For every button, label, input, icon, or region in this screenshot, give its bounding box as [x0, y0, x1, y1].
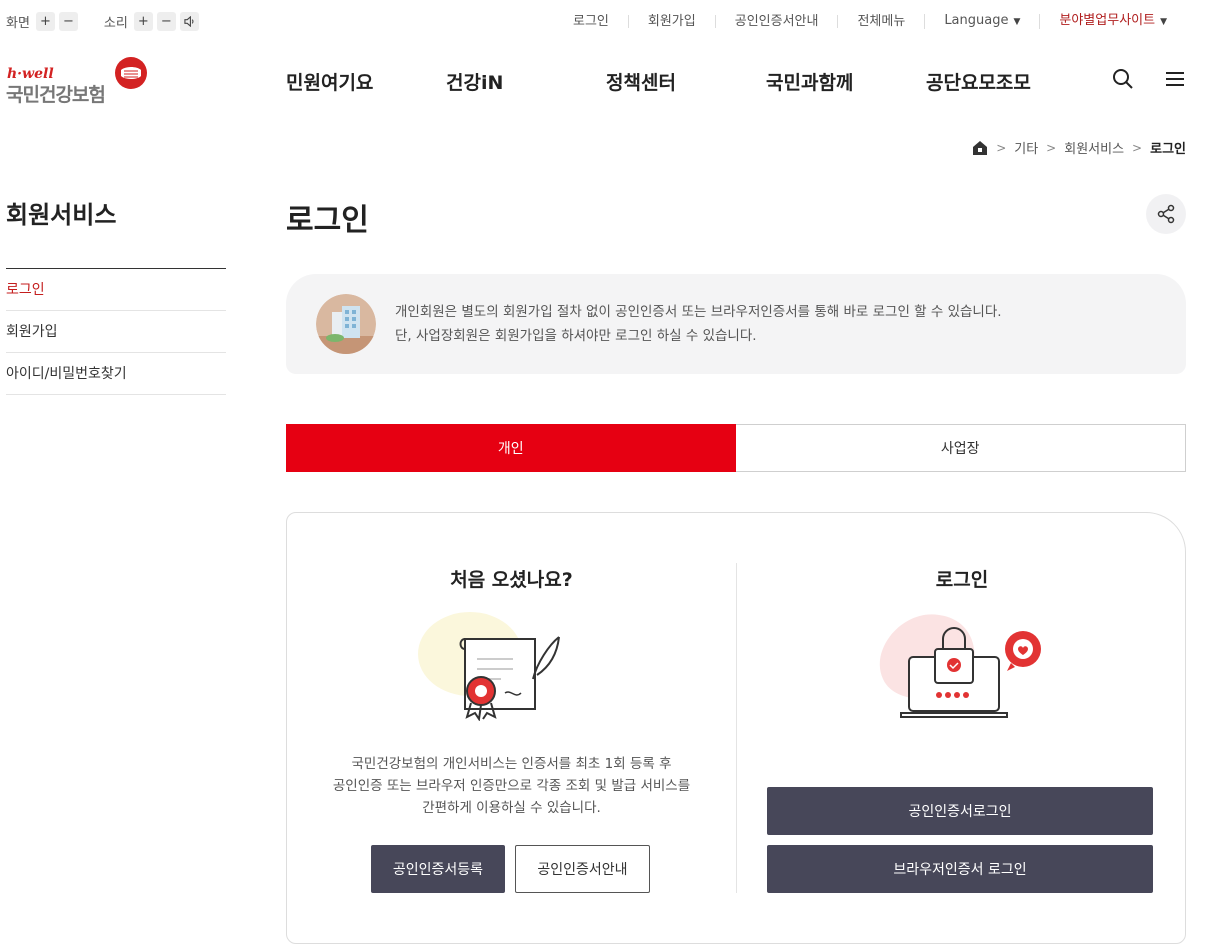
nav-item-together[interactable]: 국민과함께 — [766, 68, 926, 95]
desc-line-3: 간편하게 이용하실 수 있습니다. — [422, 800, 601, 816]
sidebar-item-join[interactable]: 회원가입 — [6, 311, 226, 353]
building-icon — [316, 294, 376, 354]
top-links: 로그인 회원가입 공인인증서안내 전체메뉴 Language ▼ 분야별업무사이트… — [554, 14, 1186, 29]
member-type-tabs: 개인 사업장 — [286, 424, 1186, 472]
tab-business[interactable]: 사업장 — [735, 424, 1186, 472]
laptop-lock-illustration-icon — [879, 614, 1041, 718]
volume-up-button[interactable]: + — [133, 12, 153, 31]
notice-box: 개인회원은 별도의 회원가입 절차 없이 공인인증서 또는 브라우저인증서를 통… — [286, 274, 1186, 374]
header-icons — [1112, 68, 1186, 90]
cert-register-button[interactable]: 공인인증서등록 — [371, 845, 505, 893]
notice-line-2: 단, 사업장회원은 회원가입을 하셔야만 로그인 하실 수 있습니다. — [395, 328, 757, 344]
desc-line-2: 공인인증 또는 브라우저 인증만으로 각종 조회 및 발급 서비스를 — [332, 778, 691, 794]
field-sites-label: 분야별업무사이트 — [1059, 13, 1156, 28]
login-panel: 처음 오셨나요? 국민건강보험의 개인서비스는 인증서를 최초 1회 등록 후 … — [286, 512, 1186, 944]
share-icon — [1157, 204, 1175, 224]
accessibility-controls: 화면 + − 소리 + − — [6, 12, 225, 31]
speaker-icon[interactable] — [179, 12, 199, 31]
breadcrumb-item[interactable]: 기타 — [1014, 138, 1038, 157]
first-visit-description: 국민건강보험의 개인서비스는 인증서를 최초 1회 등록 후 공인인증 또는 브… — [287, 753, 736, 819]
site-logo[interactable]: h·well 국민건강보험 — [6, 56, 156, 106]
notice-line-1: 개인회원은 별도의 회원가입 절차 없이 공인인증서 또는 브라우저인증서를 통… — [395, 304, 1002, 320]
nav-item-about[interactable]: 공단요모조모 — [926, 68, 1031, 95]
cert-guide-link[interactable]: 공인인증서안내 — [714, 15, 838, 28]
zoom-in-button[interactable]: + — [35, 12, 55, 31]
screen-zoom-label: 화면 — [6, 16, 30, 31]
nav-item-health-in[interactable]: 건강iN — [446, 68, 606, 95]
language-label: Language — [944, 13, 1009, 28]
sidebar-item-login[interactable]: 로그인 — [6, 269, 226, 311]
volume-down-button[interactable]: − — [156, 12, 176, 31]
sound-group: 소리 + − — [104, 12, 203, 31]
caret-down-icon: ▼ — [1013, 17, 1021, 27]
cert-guide-button[interactable]: 공인인증서안내 — [515, 845, 650, 893]
browser-cert-login-button[interactable]: 브라우저인증서 로그인 — [767, 845, 1153, 893]
certificate-illustration-icon — [418, 612, 560, 721]
zoom-out-button[interactable]: − — [58, 12, 78, 31]
main-navigation: 민원여기요 건강iN 정책센터 국민과함께 공단요모조모 — [286, 68, 1031, 95]
search-icon[interactable] — [1112, 68, 1134, 90]
desc-line-1: 국민건강보험의 개인서비스는 인증서를 최초 1회 등록 후 — [351, 756, 672, 772]
breadcrumb-item[interactable]: 회원서비스 — [1064, 138, 1124, 157]
join-link[interactable]: 회원가입 — [627, 15, 715, 28]
tab-personal[interactable]: 개인 — [286, 424, 736, 472]
logo-name-text: 국민건강보험 — [6, 84, 106, 106]
all-menu-link[interactable]: 전체메뉴 — [837, 15, 924, 28]
breadcrumb: > 기타 > 회원서비스 > 로그인 — [972, 138, 1186, 157]
sidebar-menu: 로그인 회원가입 아이디/비밀번호찾기 — [6, 268, 226, 395]
chevron-right-icon: > — [1046, 140, 1057, 155]
chevron-right-icon: > — [996, 140, 1007, 155]
chevron-right-icon: > — [1132, 140, 1143, 155]
sidebar-item-find-account[interactable]: 아이디/비밀번호찾기 — [6, 353, 226, 395]
language-select[interactable]: Language ▼ — [924, 14, 1039, 29]
caret-down-icon: ▼ — [1160, 17, 1167, 27]
share-button[interactable] — [1146, 194, 1186, 234]
home-icon[interactable] — [972, 140, 988, 156]
sidebar-title: 회원서비스 — [6, 201, 117, 229]
menu-icon[interactable] — [1164, 68, 1186, 90]
field-sites-select[interactable]: 분야별업무사이트 ▼ — [1039, 14, 1186, 29]
sound-label: 소리 — [103, 16, 128, 31]
page-title: 로그인 — [286, 203, 369, 238]
nav-item-civil[interactable]: 민원여기요 — [286, 68, 446, 95]
cert-login-button[interactable]: 공인인증서로그인 — [767, 787, 1153, 835]
logo-emblem-icon — [115, 57, 147, 89]
screen-zoom-group: 화면 + − — [6, 12, 82, 31]
nav-item-policy[interactable]: 정책센터 — [606, 68, 766, 95]
login-link[interactable]: 로그인 — [554, 15, 628, 28]
column-divider — [736, 563, 737, 893]
breadcrumb-current: 로그인 — [1150, 142, 1186, 157]
login-section-title: 로그인 — [935, 569, 989, 591]
first-visit-title: 처음 오셨나요? — [450, 569, 573, 591]
notice-text: 개인회원은 별도의 회원가입 절차 없이 공인인증서 또는 브라우저인증서를 통… — [395, 300, 1002, 348]
